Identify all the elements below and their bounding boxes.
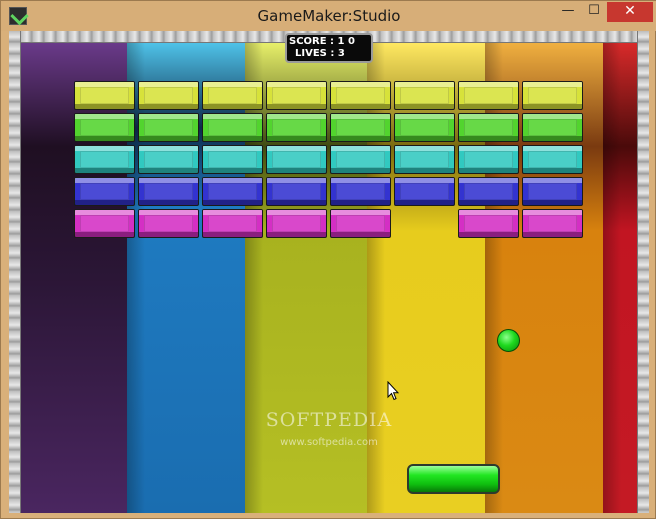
brick-shade <box>139 168 198 173</box>
brick-shade <box>395 136 454 141</box>
brick-shade <box>75 232 134 237</box>
brick-yellow <box>330 81 391 110</box>
brick-magenta <box>330 209 391 238</box>
brick-shade <box>203 136 262 141</box>
brick-shade <box>523 200 582 205</box>
brick-blue <box>266 177 327 206</box>
brick-cyan <box>330 145 391 174</box>
close-button[interactable]: ✕ <box>607 2 653 22</box>
brick-magenta <box>266 209 327 238</box>
brick-blue <box>138 177 199 206</box>
minimize-button[interactable]: — <box>555 2 581 22</box>
brick-green <box>522 113 583 142</box>
brick-blue <box>522 177 583 206</box>
score-label: SCORE : <box>289 36 338 47</box>
brick-shade <box>459 200 518 205</box>
brick-shade <box>267 136 326 141</box>
brick-yellow <box>394 81 455 110</box>
brick-magenta <box>202 209 263 238</box>
brick-shade <box>75 168 134 173</box>
brick-shade <box>75 136 134 141</box>
brick-green <box>74 113 135 142</box>
score-panel: SCORE : 1 0 LIVES : 3 <box>285 33 373 63</box>
brick-blue <box>202 177 263 206</box>
brick-green <box>394 113 455 142</box>
brick-blue <box>74 177 135 206</box>
brick-shade <box>331 104 390 109</box>
brick-shade <box>203 200 262 205</box>
brick-magenta <box>458 209 519 238</box>
brick-yellow <box>202 81 263 110</box>
brick-shade <box>459 232 518 237</box>
brick-shade <box>523 136 582 141</box>
brick-shade <box>523 232 582 237</box>
brick-cyan <box>522 145 583 174</box>
brick-cyan <box>202 145 263 174</box>
maximize-button[interactable]: ☐ <box>581 2 607 22</box>
watermark-brand: SOFTPEDIA <box>265 409 393 431</box>
ball <box>497 329 520 352</box>
score-value: 1 0 <box>337 36 355 47</box>
brick-blue <box>458 177 519 206</box>
brick-shade <box>267 200 326 205</box>
brick-cyan <box>394 145 455 174</box>
brick-cyan <box>266 145 327 174</box>
lives-value: 3 <box>337 48 345 59</box>
brick-yellow <box>522 81 583 110</box>
paddle[interactable] <box>407 464 500 494</box>
brick-blue <box>330 177 391 206</box>
brick-magenta <box>522 209 583 238</box>
game-window: GameMaker:Studio — ☐ ✕ SCORE : 1 0 LIVES… <box>0 0 656 519</box>
brick-shade <box>139 232 198 237</box>
brick-yellow <box>266 81 327 110</box>
brick-shade <box>459 168 518 173</box>
brick-shade <box>331 168 390 173</box>
brick-shade <box>75 200 134 205</box>
mouse-cursor-icon <box>387 381 399 401</box>
brick-shade <box>139 136 198 141</box>
watermark-url: www.softpedia.com <box>280 437 378 448</box>
brick-shade <box>331 136 390 141</box>
brick-shade <box>395 104 454 109</box>
brick-shade <box>267 168 326 173</box>
brick-shade <box>395 168 454 173</box>
brick-shade <box>459 136 518 141</box>
brick-magenta <box>74 209 135 238</box>
brick-yellow <box>138 81 199 110</box>
brick-shade <box>331 200 390 205</box>
brick-shade <box>75 104 134 109</box>
brick-green <box>330 113 391 142</box>
brick-shade <box>139 104 198 109</box>
brick-yellow <box>458 81 519 110</box>
brick-shade <box>267 232 326 237</box>
brick-shade <box>523 168 582 173</box>
brick-green <box>458 113 519 142</box>
brick-shade <box>395 200 454 205</box>
brick-cyan <box>138 145 199 174</box>
brick-shade <box>139 200 198 205</box>
brick-green <box>266 113 327 142</box>
brick-shade <box>203 104 262 109</box>
brick-shade <box>203 232 262 237</box>
brick-cyan <box>74 145 135 174</box>
brick-blue <box>394 177 455 206</box>
brick-shade <box>203 168 262 173</box>
brick-yellow <box>74 81 135 110</box>
brick-magenta <box>138 209 199 238</box>
title-bar[interactable]: GameMaker:Studio — ☐ ✕ <box>1 1 656 31</box>
brick-shade <box>331 232 390 237</box>
brick-shade <box>523 104 582 109</box>
lives-row: LIVES : 3 <box>295 48 379 60</box>
game-canvas[interactable]: SCORE : 1 0 LIVES : 3 SOFTPEDIA www.soft… <box>9 31 649 513</box>
brick-shade <box>459 104 518 109</box>
brick-shade <box>267 104 326 109</box>
lives-label: LIVES : <box>295 48 338 59</box>
brick-green <box>138 113 199 142</box>
brick-green <box>202 113 263 142</box>
score-row: SCORE : 1 0 <box>289 36 373 48</box>
brick-cyan <box>458 145 519 174</box>
